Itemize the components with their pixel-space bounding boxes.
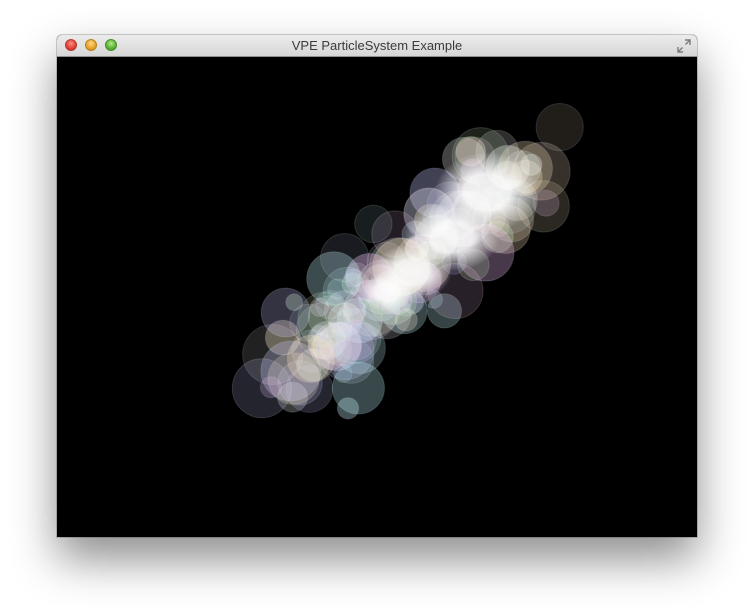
particle-canvas[interactable] (57, 57, 697, 537)
particle (535, 103, 584, 152)
app-window: VPE ParticleSystem Example (57, 35, 697, 537)
particle (331, 361, 385, 415)
particle (306, 251, 362, 307)
particle (259, 376, 283, 399)
title-bar[interactable]: VPE ParticleSystem Example (57, 35, 697, 57)
fullscreen-icon[interactable] (677, 39, 691, 53)
window-title: VPE ParticleSystem Example (291, 38, 463, 53)
